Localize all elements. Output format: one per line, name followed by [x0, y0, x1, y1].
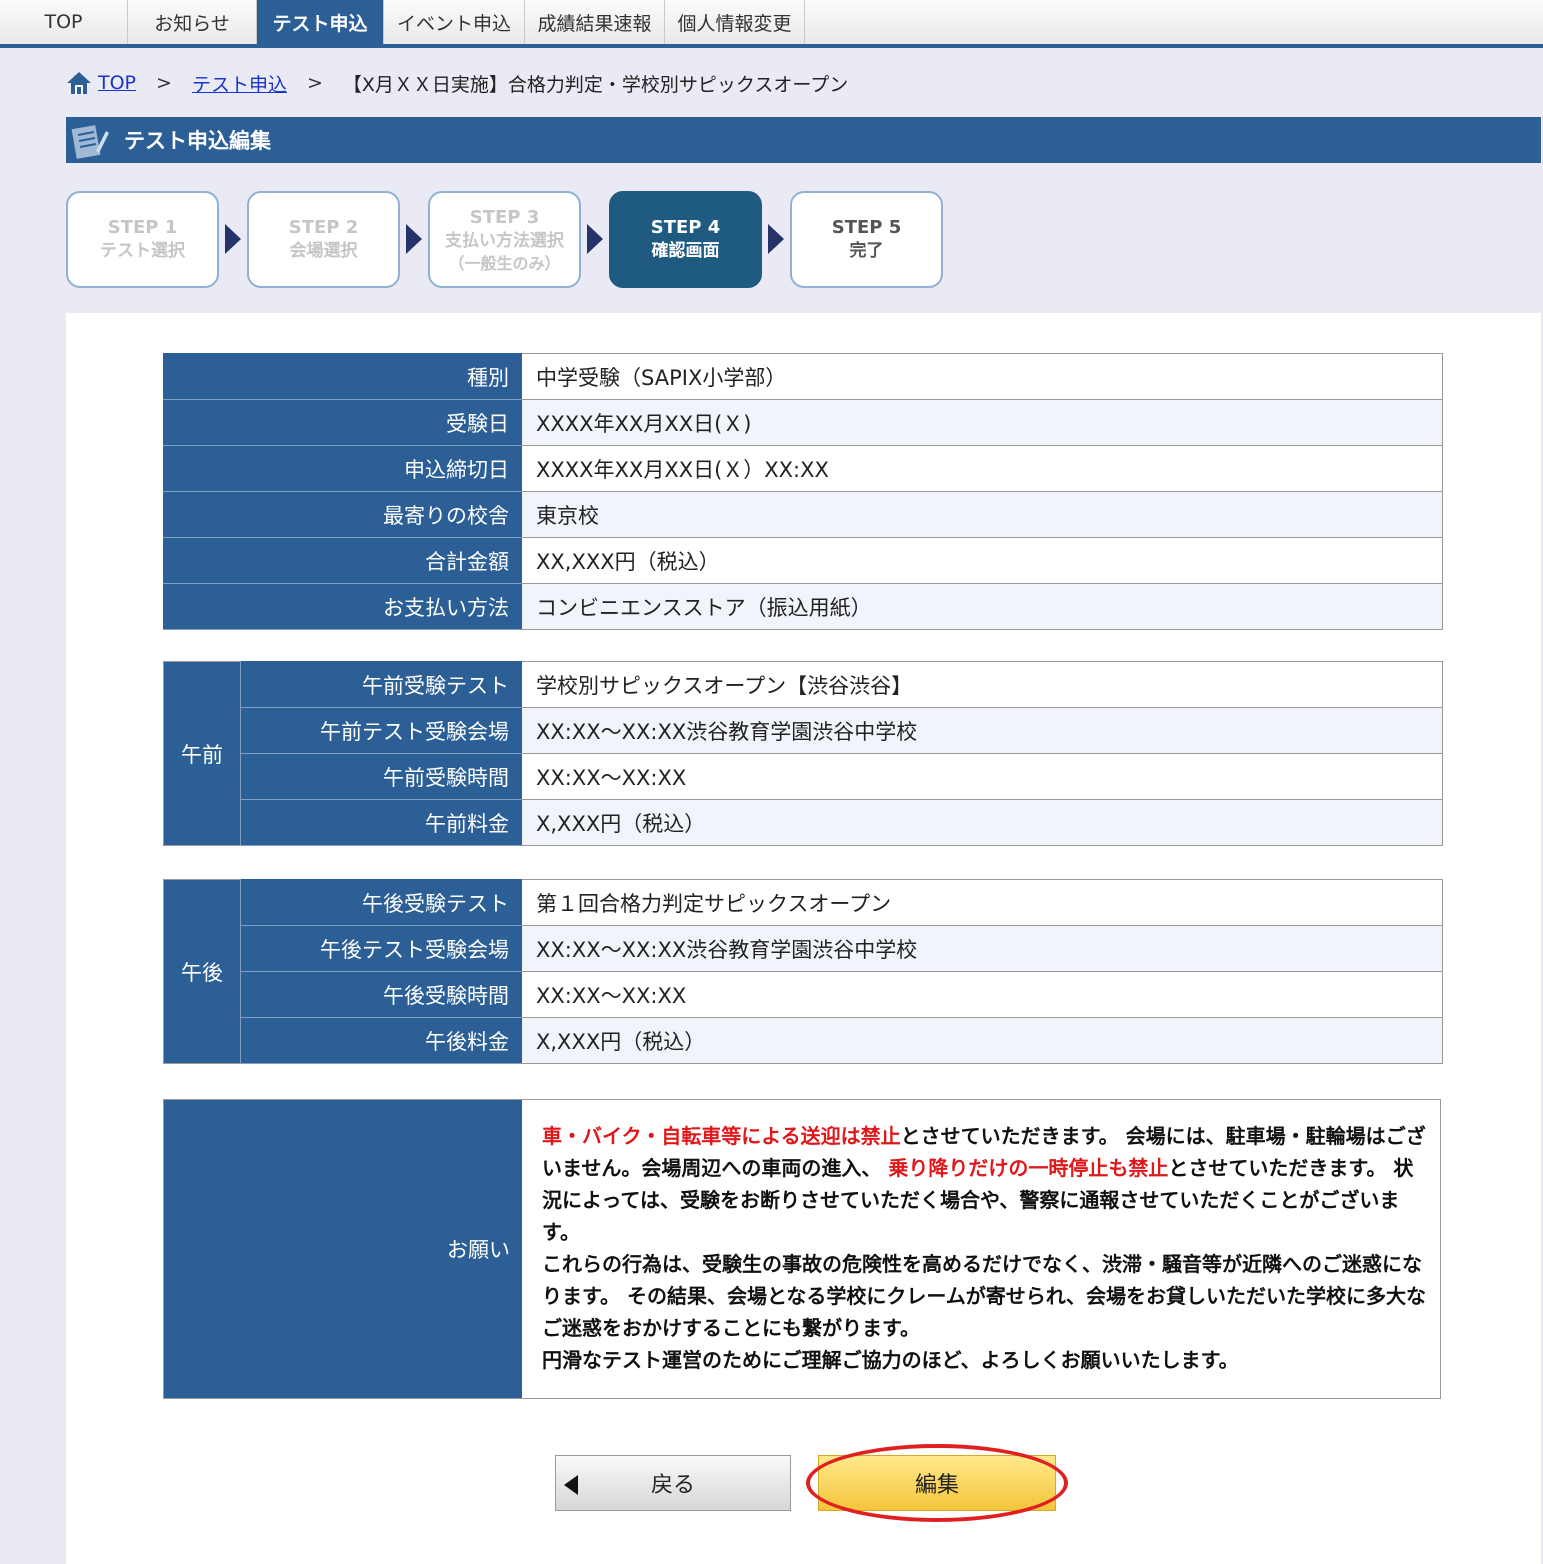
section-title: テスト申込編集	[124, 129, 271, 153]
step-arrow-icon	[400, 191, 428, 288]
table-row: 午後料金 X,XXX円（税込）	[164, 1017, 1443, 1064]
row-label: 午前受験時間	[240, 753, 522, 800]
row-label: 午前受験テスト	[240, 661, 522, 708]
notice-heading: お願い	[164, 1100, 522, 1398]
table-row: 午前 午前受験テスト 学校別サピックスオープン【渋谷渋谷】	[163, 661, 1443, 846]
summary-table: 種別 中学受験（SAPIX小学部） 受験日 XXXX年XX月XX日(Ｘ) 申込締…	[163, 353, 1443, 630]
nav-tab-profile[interactable]: 個人情報変更	[665, 0, 805, 44]
nav-tab-results[interactable]: 成績結果速報	[525, 0, 665, 44]
step-arrow-icon	[581, 191, 609, 288]
row-value: 東京校	[521, 491, 1443, 538]
edit-button[interactable]: 編集	[818, 1455, 1056, 1511]
breadcrumb-separator: >	[306, 72, 323, 94]
nav-tab-test-application[interactable]: テスト申込	[257, 0, 384, 44]
step-1: STEP 1 テスト選択	[66, 190, 219, 288]
row-value: XXXX年XX月XX日(Ｘ)	[521, 399, 1443, 446]
table-row: お支払い方法 コンビニエンスストア（振込用紙）	[163, 583, 1443, 630]
breadcrumb: TOP > テスト申込 > 【X月ＸＸ日実施】合格力判定・学校別サピックスオープ…	[66, 68, 848, 98]
group-label-afternoon: 午後	[163, 879, 241, 1064]
notice-paragraph-1: 車・バイク・自転車等による送迎は禁止とさせていただきます。 会場には、駐車場・駐…	[542, 1120, 1426, 1248]
table-row: 午前受験時間 XX:XX～XX:XX	[164, 753, 1443, 800]
row-label: 合計金額	[163, 537, 522, 584]
step-label: 会場選択	[289, 240, 358, 261]
row-label: 午後料金	[240, 1017, 522, 1064]
top-navigation: TOP お知らせ テスト申込 イベント申込 成績結果速報 個人情報変更	[0, 0, 1543, 48]
step-label: テスト選択	[100, 240, 185, 261]
step-indicator: STEP 1 テスト選択 STEP 2 会場選択 STEP 3 支払い方法選択 …	[66, 190, 943, 288]
row-value: 第１回合格力判定サピックスオープン	[521, 879, 1443, 926]
table-row: 午後テスト受験会場 XX:XX～XX:XX渋谷教育学園渋谷中学校	[164, 925, 1443, 972]
row-label: 午後受験時間	[240, 971, 522, 1018]
notice-box: お願い 車・バイク・自転車等による送迎は禁止とさせていただきます。 会場には、駐…	[163, 1099, 1441, 1399]
row-value: XXXX年XX月XX日(Ｘ）XX:XX	[521, 445, 1443, 492]
row-label: 午前テスト受験会場	[240, 707, 522, 754]
notice-warning-2: 乗り降りだけの一時停止も禁止	[888, 1156, 1169, 1180]
step-sublabel: （一般生のみ）	[448, 253, 561, 273]
home-icon	[67, 72, 91, 94]
table-row: 合計金額 XX,XXX円（税込）	[163, 537, 1443, 584]
row-value: XX:XX～XX:XX渋谷教育学園渋谷中学校	[521, 925, 1443, 972]
step-number: STEP 3	[469, 206, 540, 228]
table-row: 申込締切日 XXXX年XX月XX日(Ｘ）XX:XX	[163, 445, 1443, 492]
notice-warning-1: 車・バイク・自転車等による送迎は禁止	[542, 1124, 901, 1148]
row-label: 午後テスト受験会場	[240, 925, 522, 972]
back-button-label: 戻る	[650, 1473, 695, 1498]
row-value: 中学受験（SAPIX小学部）	[521, 353, 1443, 400]
notice-paragraph-3: 円滑なテスト運営のためにご理解ご協力のほど、よろしくお願いいたします。	[542, 1348, 1239, 1372]
row-label: 受験日	[163, 399, 522, 446]
table-row: 種別 中学受験（SAPIX小学部）	[163, 353, 1443, 400]
back-button[interactable]: 戻る	[555, 1455, 791, 1511]
row-value: コンビニエンスストア（振込用紙）	[521, 583, 1443, 630]
row-value: XX,XXX円（税込）	[521, 537, 1443, 584]
row-label: 午後受験テスト	[240, 879, 522, 926]
table-row: 午後受験時間 XX:XX～XX:XX	[164, 971, 1443, 1018]
row-value: XX:XX～XX:XX渋谷教育学園渋谷中学校	[521, 707, 1443, 754]
breadcrumb-test-application-link[interactable]: テスト申込	[192, 70, 287, 97]
section-title-bar: テスト申込編集	[66, 117, 1541, 163]
row-value: XX:XX～XX:XX	[521, 971, 1443, 1018]
row-value: XX:XX～XX:XX	[521, 753, 1443, 800]
row-label: 申込締切日	[163, 445, 522, 492]
step-number: STEP 2	[288, 216, 359, 238]
row-value: X,XXX円（税込）	[521, 1017, 1443, 1064]
table-row: 受験日 XXXX年XX月XX日(Ｘ)	[163, 399, 1443, 446]
step-3: STEP 3 支払い方法選択 （一般生のみ）	[428, 190, 581, 288]
morning-table: 午前 午前受験テスト 学校別サピックスオープン【渋谷渋谷】 午前テスト受験会場 …	[163, 661, 1443, 846]
edit-button-label: 編集	[914, 1473, 959, 1498]
step-arrow-icon	[762, 191, 790, 288]
step-2: STEP 2 会場選択	[247, 190, 400, 288]
row-label: 最寄りの校舎	[163, 491, 522, 538]
row-value: 学校別サピックスオープン【渋谷渋谷】	[521, 661, 1443, 708]
step-5: STEP 5 完了	[790, 190, 943, 288]
breadcrumb-top-link[interactable]: TOP	[98, 72, 136, 94]
document-edit-icon	[66, 117, 112, 163]
row-label: 種別	[163, 353, 522, 400]
afternoon-table: 午後 午後受験テスト 第１回合格力判定サピックスオープン 午後テスト受験会場 X…	[163, 879, 1443, 1064]
breadcrumb-current: 【X月ＸＸ日実施】合格力判定・学校別サピックスオープン	[342, 73, 849, 96]
group-label-morning: 午前	[163, 661, 241, 846]
step-number: STEP 4	[650, 216, 721, 238]
notice-paragraph-2: これらの行為は、受験生の事故の危険性を高めるだけでなく、渋滞・騒音等が近隣へのご…	[542, 1252, 1426, 1340]
table-row: 最寄りの校舎 東京校	[163, 491, 1443, 538]
step-arrow-icon	[219, 191, 247, 288]
step-label: 支払い方法選択	[445, 231, 564, 252]
row-label: 午前料金	[240, 799, 522, 846]
back-arrow-icon	[564, 1475, 578, 1495]
nav-tab-event-application[interactable]: イベント申込	[384, 0, 525, 44]
table-row: 午後 午後受験テスト 第１回合格力判定サピックスオープン	[163, 879, 1443, 1064]
step-label: 完了	[849, 240, 884, 261]
breadcrumb-separator: >	[156, 72, 172, 94]
row-label: お支払い方法	[163, 583, 522, 630]
step-4: STEP 4 確認画面	[609, 190, 762, 288]
step-label: 確認画面	[651, 240, 720, 261]
nav-tab-news[interactable]: お知らせ	[128, 0, 257, 44]
table-row: 午前料金 X,XXX円（税込）	[164, 799, 1443, 846]
step-number: STEP 5	[831, 216, 902, 238]
row-value: X,XXX円（税込）	[521, 799, 1443, 846]
step-number: STEP 1	[107, 216, 178, 238]
nav-tab-top[interactable]: TOP	[0, 0, 128, 44]
notice-body: 車・バイク・自転車等による送迎は禁止とさせていただきます。 会場には、駐車場・駐…	[522, 1100, 1440, 1398]
table-row: 午前テスト受験会場 XX:XX～XX:XX渋谷教育学園渋谷中学校	[164, 707, 1443, 754]
